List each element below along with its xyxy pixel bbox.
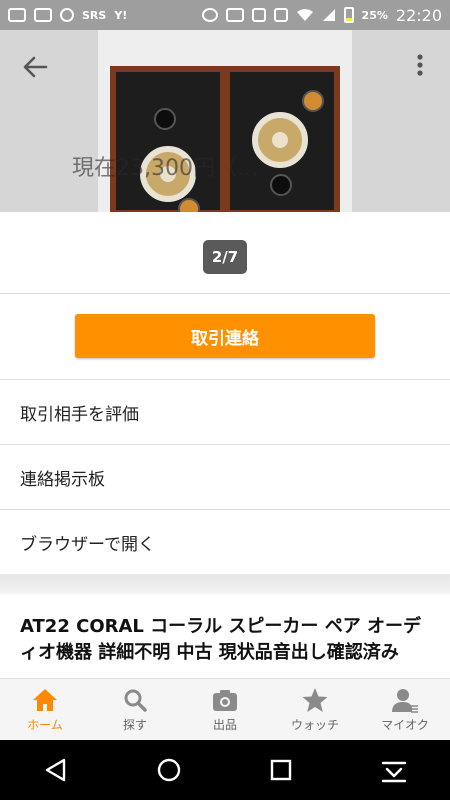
more-vert-icon[interactable] [410,50,430,80]
system-navigation-bar [0,740,450,800]
battery-level: 25% [361,8,388,22]
location-icon [60,8,74,22]
vibrate-icon [251,8,266,22]
nav-my-auction[interactable]: マイオク [360,679,450,740]
nav-sell[interactable]: 出品 [180,679,270,740]
speaker-right [224,66,340,212]
nfc-icon [273,8,288,22]
alarm-icon [201,8,218,22]
search-icon [124,689,147,712]
pager-section: 2/7 [0,212,450,294]
price-overlay: 現在23,300円（... [72,156,258,181]
menu-item-message-board[interactable]: 連絡掲示板 [0,445,450,509]
nav-search[interactable]: 探す [90,679,180,740]
signal-icon [322,9,335,21]
battery-icon [343,7,354,23]
home-icon [33,688,57,711]
nav-watch-label: ウォッチ [290,717,339,732]
menu-item-open-browser[interactable]: ブラウザーで開く [0,510,450,574]
user-icon [392,688,418,713]
system-home-icon[interactable] [154,755,184,785]
hide-keyboard-icon[interactable] [379,755,409,785]
camera-icon [213,689,237,711]
wifi-icon [296,9,313,21]
nav-watch[interactable]: ウォッチ [270,679,360,740]
nav-my-auction-label: マイオク [381,717,429,732]
nav-search-label: 探す [122,717,147,732]
system-recents-icon[interactable] [266,755,296,785]
divider [0,293,450,294]
back-arrow-icon[interactable] [20,52,50,82]
item-image-carousel[interactable]: 現在23,300円（... [0,30,450,212]
nav-sell-label: 出品 [212,717,237,732]
speaker-left [110,66,226,212]
status-bar: SRS Y! 25% 22:20 [0,0,450,30]
nav-home[interactable]: ホーム [0,679,90,740]
clock: 22:20 [395,5,442,25]
yahoo-badge: Y! [114,8,128,22]
image-icon [34,8,52,22]
system-back-icon[interactable] [41,755,71,785]
carrier-badge: SRS [82,8,107,22]
voicemail-icon [225,8,244,22]
image-page-indicator: 2/7 [203,240,247,274]
contact-transaction-button[interactable]: 取引連絡 [75,314,375,358]
menu-item-rate-partner[interactable]: 取引相手を評価 [0,380,450,444]
bottom-navigation: ホーム 探す 出品 ウォッチ マイオク [0,678,450,740]
star-icon [302,687,328,712]
nav-home-label: ホーム [27,717,63,732]
section-separator [0,574,450,594]
item-title: AT22 CORAL コーラル スピーカー ペア オーディオ機器 詳細不明 中古… [20,616,421,663]
item-photo [98,30,352,212]
message-icon [8,8,26,22]
